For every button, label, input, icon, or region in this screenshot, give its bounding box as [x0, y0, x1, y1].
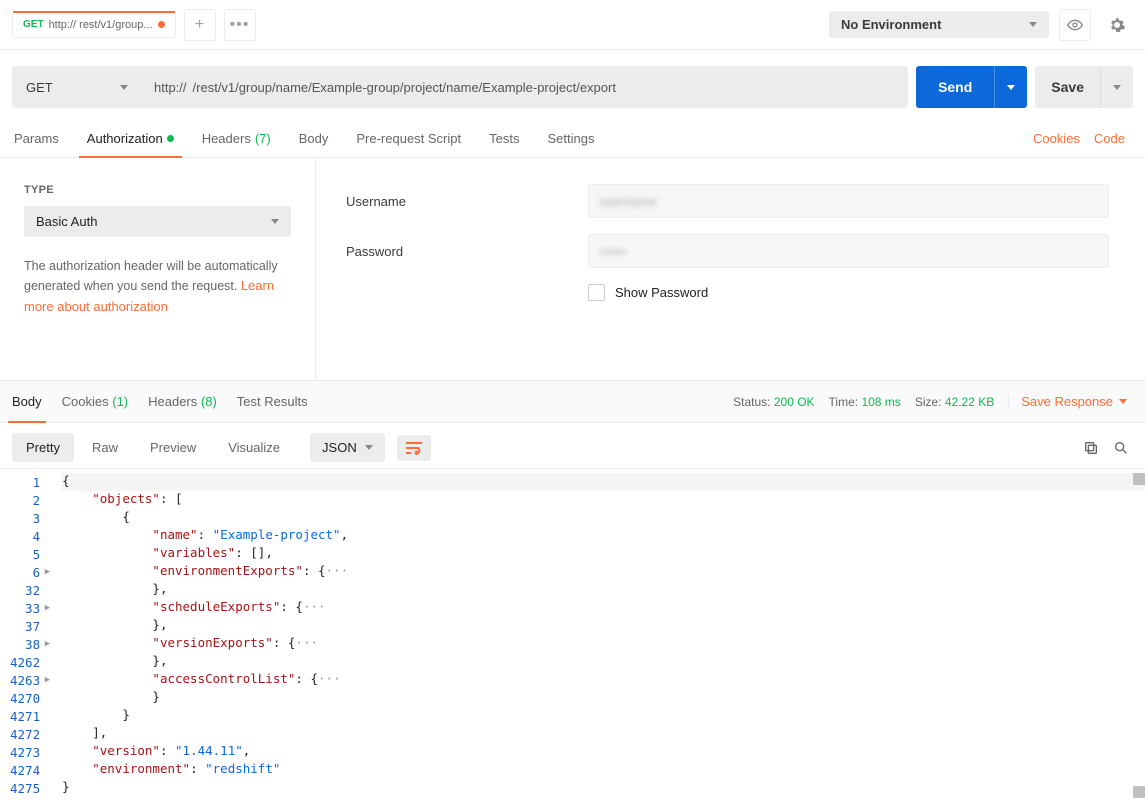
- resp-tab-body[interactable]: Body: [12, 381, 42, 422]
- response-bar: Body Cookies (1) Headers (8) Test Result…: [0, 381, 1145, 423]
- auth-type-select[interactable]: Basic Auth: [24, 206, 291, 237]
- chevron-down-icon: [1029, 22, 1037, 27]
- tab-settings[interactable]: Settings: [547, 120, 594, 157]
- format-pretty[interactable]: Pretty: [12, 433, 74, 462]
- format-preview[interactable]: Preview: [136, 433, 210, 462]
- tab-authorization[interactable]: Authorization: [87, 120, 174, 157]
- tab-method: GET: [23, 19, 44, 30]
- password-label: Password: [346, 244, 588, 259]
- format-raw[interactable]: Raw: [78, 433, 132, 462]
- chevron-down-icon: [271, 219, 279, 224]
- new-tab-button[interactable]: +: [184, 9, 216, 41]
- scrollbar-thumb[interactable]: [1133, 786, 1145, 798]
- request-tabs: Params Authorization Headers (7) Body Pr…: [0, 120, 1145, 158]
- auth-panel: TYPE Basic Auth The authorization header…: [0, 158, 1145, 381]
- environment-select[interactable]: No Environment: [829, 11, 1049, 38]
- tab-headers[interactable]: Headers (7): [202, 120, 271, 157]
- chevron-down-icon: [1119, 399, 1127, 404]
- code-link[interactable]: Code: [1094, 131, 1125, 146]
- show-password-checkbox[interactable]: [588, 284, 605, 301]
- format-type-select[interactable]: JSON: [310, 433, 385, 462]
- chevron-down-icon: [1113, 85, 1121, 90]
- top-bar: GET http:// rest/v1/group... + ••• No En…: [0, 0, 1145, 50]
- save-button[interactable]: Save: [1035, 66, 1133, 108]
- save-dropdown[interactable]: [1100, 66, 1133, 108]
- username-label: Username: [346, 194, 588, 209]
- format-visualize[interactable]: Visualize: [214, 433, 294, 462]
- fold-toggle[interactable]: ▶: [42, 567, 50, 577]
- send-dropdown[interactable]: [994, 66, 1027, 108]
- status-label: Status: 200 OK: [733, 395, 814, 409]
- fold-toggle[interactable]: ▶: [42, 639, 50, 649]
- time-label: Time: 108 ms: [829, 395, 901, 409]
- fold-toggle[interactable]: ▶: [42, 675, 50, 685]
- settings-button[interactable]: [1101, 9, 1133, 41]
- show-password-label: Show Password: [615, 285, 708, 300]
- resp-tab-test-results[interactable]: Test Results: [237, 381, 308, 422]
- url-bar: GET http:// /rest/v1/group/name/Example-…: [0, 50, 1145, 120]
- tab-tests[interactable]: Tests: [489, 120, 519, 157]
- format-bar: Pretty Raw Preview Visualize JSON: [0, 423, 1145, 468]
- request-tab[interactable]: GET http:// rest/v1/group...: [12, 12, 176, 38]
- tab-params[interactable]: Params: [14, 120, 59, 157]
- method-select[interactable]: GET: [12, 66, 142, 108]
- unsaved-dot-icon: [158, 21, 165, 28]
- send-button[interactable]: Send: [916, 66, 1027, 108]
- wrap-lines-button[interactable]: [397, 435, 431, 461]
- resp-tab-cookies[interactable]: Cookies (1): [62, 381, 128, 422]
- tab-body[interactable]: Body: [299, 120, 329, 157]
- search-button[interactable]: [1113, 440, 1129, 456]
- chevron-down-icon: [120, 85, 128, 90]
- auth-help-text: The authorization header will be automat…: [24, 257, 291, 317]
- size-label: Size: 42.22 KB: [915, 395, 994, 409]
- tab-prerequest[interactable]: Pre-request Script: [356, 120, 461, 157]
- password-input[interactable]: ••••••: [588, 234, 1109, 268]
- url-input[interactable]: http:// /rest/v1/group/name/Example-grou…: [142, 66, 908, 108]
- save-response-button[interactable]: Save Response: [1008, 394, 1127, 409]
- chevron-down-icon: [365, 445, 373, 450]
- username-input[interactable]: username: [588, 184, 1109, 218]
- status-dot-icon: [167, 135, 174, 142]
- environment-quicklook-button[interactable]: [1059, 9, 1091, 41]
- more-tabs-button[interactable]: •••: [224, 9, 256, 41]
- fold-toggle[interactable]: ▶: [42, 603, 50, 613]
- response-body-viewer[interactable]: 123456▶3233▶3738▶42624263▶42704271427242…: [0, 468, 1145, 798]
- type-label: TYPE: [24, 184, 291, 196]
- cookies-link[interactable]: Cookies: [1033, 131, 1080, 146]
- resp-tab-headers[interactable]: Headers (8): [148, 381, 217, 422]
- scrollbar-thumb[interactable]: [1133, 473, 1145, 485]
- copy-button[interactable]: [1083, 440, 1099, 456]
- tab-title: http:// rest/v1/group...: [49, 19, 153, 31]
- chevron-down-icon: [1007, 85, 1015, 90]
